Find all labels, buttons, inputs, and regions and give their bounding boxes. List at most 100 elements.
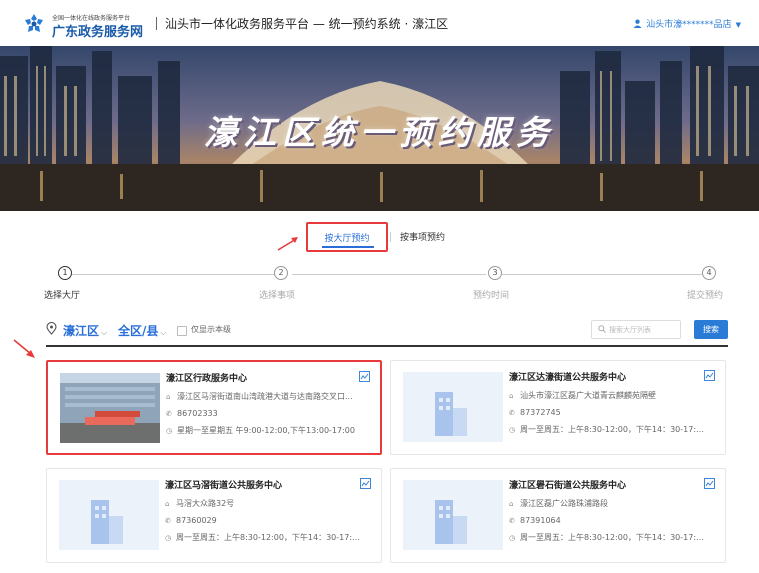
chevron-down-icon: ⌵ <box>101 328 108 337</box>
address-icon: ⌂ <box>509 392 514 400</box>
building-placeholder-icon <box>403 480 503 550</box>
tab-by-hall-label: 按大厅预约 <box>324 234 370 244</box>
hall-address-text: 马滘大众路32号 <box>176 499 235 508</box>
hall-card[interactable]: 濠江区礐石街道公共服务中心 ⌂ 濠江区磊广公路珠浦路段 ✆ 87391064 ◷ 周一… <box>390 468 726 563</box>
location-pin-icon <box>46 322 57 335</box>
user-icon <box>633 19 642 28</box>
step-3: 3 预约时间 <box>473 266 509 301</box>
map-icon[interactable] <box>704 478 715 489</box>
step-label: 预约时间 <box>473 291 510 301</box>
chevron-down-icon: ⌵ <box>160 328 167 337</box>
hall-card[interactable]: 濠江区达濠街道公共服务中心 ⌂ 汕头市濠江区磊广大道青云麒麟苑隔壁 ✆ 873727… <box>390 360 726 455</box>
annotation-arrow-icon <box>13 339 35 358</box>
map-icon[interactable] <box>360 478 371 489</box>
tab-divider <box>390 232 391 242</box>
clock-icon: ◷ <box>509 426 516 434</box>
header-divider <box>156 17 157 30</box>
hall-address: ⌂ 濠江区磊广公路珠浦路段 <box>509 498 705 509</box>
hall-hours: ◷ 周一至周五：上午8:30-12:00，下午14：30-17:30 <box>509 532 705 543</box>
hall-hours-text: 周一至周五：上午8:30-12:00，下午14：30-17:89 <box>176 533 361 542</box>
tab-by-hall[interactable]: 按大厅预约 <box>306 222 388 252</box>
hall-name: 濠江区行政服务中心 <box>166 374 248 384</box>
hall-phone: ✆ 87372745 <box>509 408 705 417</box>
step-number: 1 <box>58 266 72 280</box>
clock-icon: ◷ <box>165 534 172 542</box>
step-connector <box>502 274 702 275</box>
search-button[interactable]: 搜索 <box>694 320 728 339</box>
user-menu[interactable]: 汕头市濠*******品店 ▼ <box>633 17 741 30</box>
hall-info: 濠江区马滘街道公共服务中心 ⌂ 马滘大众路32号 ✆ 87360029 ◷ 周一至周五… <box>165 478 361 543</box>
step-2: 2 选择事项 <box>259 266 295 301</box>
step-4: 4 提交预约 <box>687 266 723 301</box>
hall-info: 濠江区行政服务中心 ⌂ 濠江区马滘街道南山湾疏港大道与达南路交叉口... ✆ 867… <box>166 371 362 436</box>
step-1: 1 选择大厅 <box>44 266 80 301</box>
phone-icon: ✆ <box>509 517 515 525</box>
logo-title[interactable]: 广东政务服务网 <box>52 21 143 40</box>
building-placeholder-icon <box>59 480 159 550</box>
step-label: 选择事项 <box>259 291 296 301</box>
building-photo-image <box>60 373 160 443</box>
hall-name: 濠江区达濠街道公共服务中心 <box>509 373 627 383</box>
step-label: 提交预约 <box>687 291 724 301</box>
area-value: 全区/县 <box>118 324 159 338</box>
hall-hours-text: 周一至周五：上午8:30-12:00，下午14：30-17:30 <box>520 533 705 542</box>
hall-photo <box>60 373 160 443</box>
area-selector[interactable]: 全区/县 ⌵ <box>118 322 166 339</box>
hall-filter-bar: 濠江区 ⌵ 全区/县 ⌵ 仅显示本级 搜索大厅列表 搜索 <box>46 318 728 344</box>
hall-hours-text: 星期一至星期五 午9:00-12:00,下午13:00-17:00 <box>177 426 355 435</box>
hall-search-input[interactable]: 搜索大厅列表 <box>591 320 681 339</box>
hall-address: ⌂ 马滘大众路32号 <box>165 498 361 509</box>
step-connector <box>72 274 276 275</box>
clock-icon: ◷ <box>166 427 173 435</box>
hall-phone: ✆ 87360029 <box>165 516 361 525</box>
booking-mode-tabs: 按大厅预约 按事项预约 <box>0 222 759 254</box>
hall-phone: ✆ 86702333 <box>166 409 362 418</box>
filter-divider <box>46 345 728 347</box>
district-selector[interactable]: 濠江区 ⌵ <box>63 322 107 339</box>
hall-address: ⌂ 汕头市濠江区磊广大道青云麒麟苑隔壁 <box>509 390 705 401</box>
hall-phone-text: 87391064 <box>520 516 561 525</box>
progress-steps: 1 选择大厅 2 选择事项 3 预约时间 4 提交预约 <box>44 266 734 306</box>
hall-phone-text: 86702333 <box>177 409 218 418</box>
hall-hours: ◷ 星期一至星期五 午9:00-12:00,下午13:00-17:00 <box>166 425 362 436</box>
banner-title: 濠江区统一预约服务 <box>204 113 555 152</box>
phone-icon: ✆ <box>166 410 172 418</box>
phone-icon: ✆ <box>165 517 171 525</box>
hall-name: 濠江区马滘街道公共服务中心 <box>165 481 283 491</box>
building-placeholder-icon <box>403 372 503 442</box>
hall-card[interactable]: 濠江区行政服务中心 ⌂ 濠江区马滘街道南山湾疏港大道与达南路交叉口... ✆ 867… <box>46 360 382 455</box>
hall-address-text: 汕头市濠江区磊广大道青云麒麟苑隔壁 <box>520 391 656 400</box>
hall-hours: ◷ 周一至周五：上午8:30-12:00，下午14：30-17:89 <box>165 532 361 543</box>
hall-info: 濠江区达濠街道公共服务中心 ⌂ 汕头市濠江区磊广大道青云麒麟苑隔壁 ✆ 873727… <box>509 370 705 435</box>
step-number: 3 <box>488 266 502 280</box>
step-connector <box>292 274 486 275</box>
hall-phone: ✆ 87391064 <box>509 516 705 525</box>
search-icon <box>598 325 606 333</box>
hall-address-text: 濠江区马滘街道南山湾疏港大道与达南路交叉口... <box>177 392 353 401</box>
hall-hours: ◷ 周一至周五：上午8:30-12:00，下午14：30-17:47 <box>509 424 705 435</box>
only-this-level-checkbox[interactable] <box>177 326 187 336</box>
hero-banner: 濠江区统一预约服务 <box>0 46 759 211</box>
address-icon: ⌂ <box>166 393 171 401</box>
address-icon: ⌂ <box>165 500 170 508</box>
hall-placeholder-image <box>403 480 503 550</box>
address-icon: ⌂ <box>509 500 514 508</box>
map-icon[interactable] <box>359 371 370 382</box>
only-this-level-label[interactable]: 仅显示本级 <box>191 324 231 335</box>
step-number: 2 <box>274 266 288 280</box>
hall-name: 濠江区礐石街道公共服务中心 <box>509 481 627 491</box>
gov-logo-icon <box>25 14 43 32</box>
hall-phone-text: 87372745 <box>520 408 561 417</box>
hall-address: ⌂ 濠江区马滘街道南山湾疏港大道与达南路交叉口... <box>166 391 362 402</box>
hall-info: 濠江区礐石街道公共服务中心 ⌂ 濠江区磊广公路珠浦路段 ✆ 87391064 ◷ 周一… <box>509 478 705 543</box>
tab-by-item[interactable]: 按事项预约 <box>400 230 445 243</box>
hall-card[interactable]: 濠江区马滘街道公共服务中心 ⌂ 马滘大众路32号 ✆ 87360029 ◷ 周一至周五… <box>46 468 382 563</box>
user-name: 汕头市濠*******品店 <box>646 20 732 30</box>
active-tab-indicator <box>322 246 374 248</box>
map-icon[interactable] <box>704 370 715 381</box>
chevron-down-icon: ▼ <box>735 21 741 29</box>
clock-icon: ◷ <box>509 534 516 542</box>
hall-address-text: 濠江区磊广公路珠浦路段 <box>520 499 608 508</box>
district-value: 濠江区 <box>63 324 100 338</box>
phone-icon: ✆ <box>509 409 515 417</box>
